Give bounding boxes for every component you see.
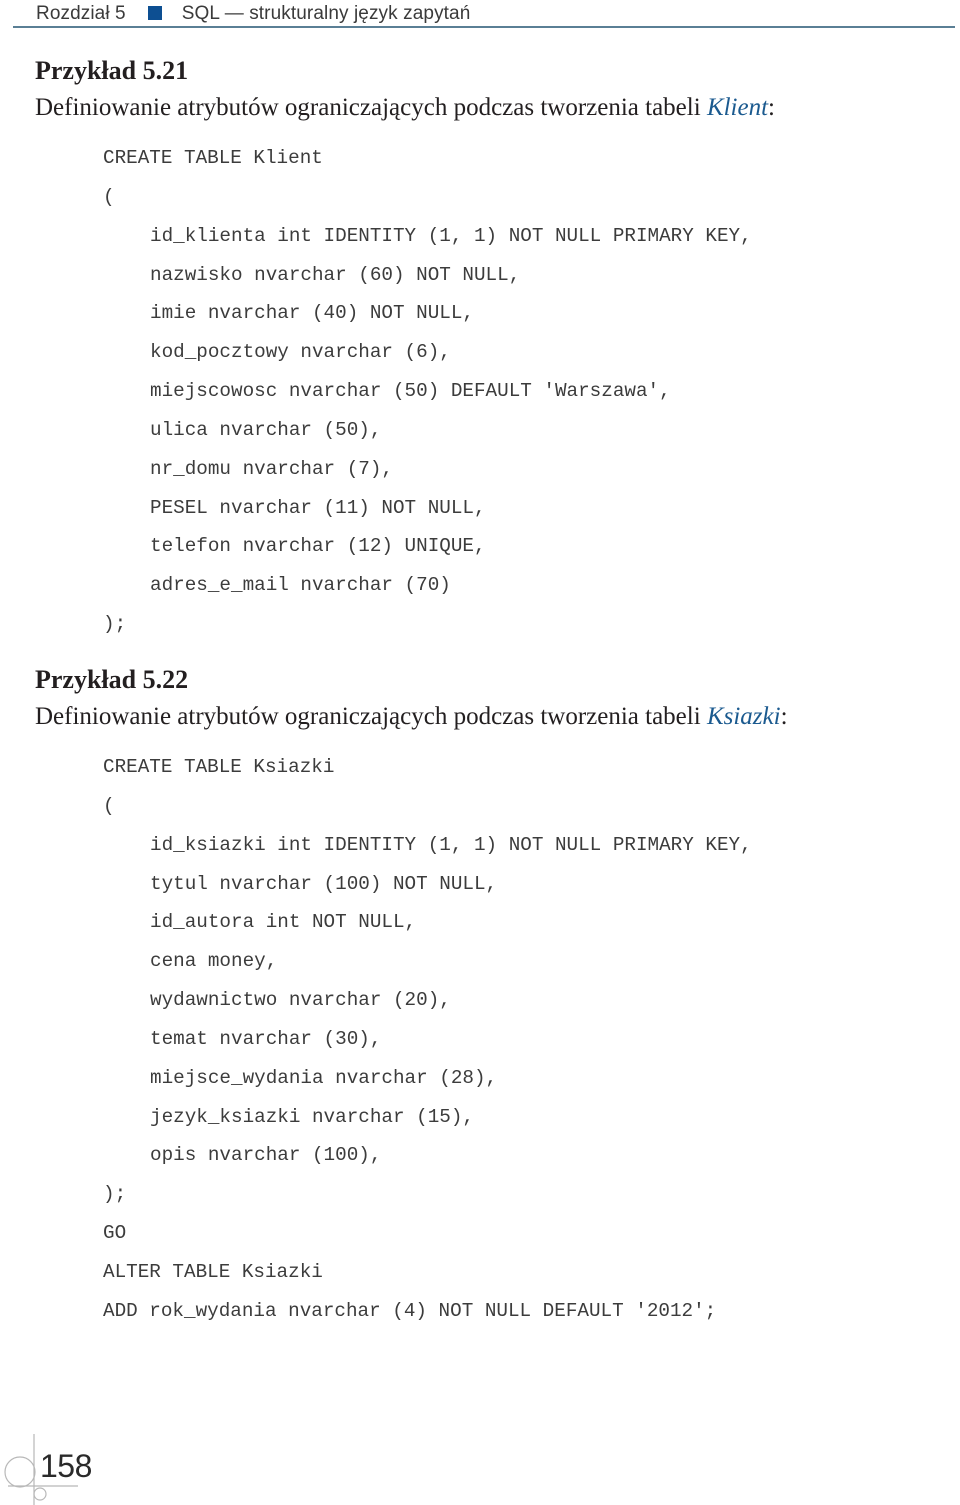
code-line: id_ksiazki int IDENTITY (1, 1) NOT NULL … [150, 833, 752, 856]
code-line: ); [103, 613, 127, 636]
code-line: opis nvarchar (100), [150, 1144, 382, 1167]
code-line: nr_domu nvarchar (7), [150, 457, 393, 480]
code-listing: CREATE TABLE Klient ( id_klienta int IDENT… [103, 139, 752, 644]
code-line: CREATE TABLE Klient [103, 147, 323, 169]
code-line: adres_e_mail nvarchar (70) [150, 574, 451, 597]
table-name: Ksiazki [706, 703, 781, 730]
code-line: cena money, [150, 950, 278, 973]
chapter-label: Rozdział 5 [36, 3, 126, 24]
code-line: id_autora int NOT NULL, [150, 911, 417, 934]
chapter-title: SQL — strukturalny język zapytań [181, 3, 471, 24]
code-line: wydawnictwo nvarchar (20), [150, 989, 451, 1012]
description-text: Definiowanie atrybutów ograniczających p… [35, 703, 707, 730]
code-listing: CREATE TABLE Ksiazki ( id_ksiazki int IDEN… [103, 748, 752, 1331]
running-head: Rozdział 5 SQL — strukturalny język zapyt… [36, 3, 470, 25]
example-title: Przykład 5.21 [35, 56, 189, 85]
description-suffix: : [768, 94, 775, 121]
code-line: miejscowosc nvarchar (50) DEFAULT 'Warsz… [150, 380, 671, 403]
header-rule [13, 26, 955, 28]
table-name: Klient [706, 94, 769, 121]
code-line: imie nvarchar (40) NOT NULL, [150, 302, 474, 325]
code-line: CREATE TABLE Ksiazki [103, 756, 335, 778]
example-description: Definiowanie atrybutów ograniczających p… [35, 94, 775, 122]
code-line: miejsce_wydania nvarchar (28), [150, 1066, 498, 1089]
code-line: tytul nvarchar (100) NOT NULL, [150, 872, 498, 895]
code-line: kod_pocztowy nvarchar (6), [150, 341, 451, 364]
code-line: ( [103, 185, 115, 208]
page-number: 158 [40, 1448, 92, 1484]
description-suffix: : [780, 703, 788, 730]
code-line: temat nvarchar (30), [150, 1027, 382, 1050]
example-title: Przykład 5.22 [35, 665, 189, 694]
code-line: ( [103, 794, 115, 817]
code-line: jezyk_ksiazki nvarchar (15), [150, 1105, 474, 1128]
code-line: id_klienta int IDENTITY (1, 1) NOT NULL … [150, 224, 752, 247]
code-line: ALTER TABLE Ksiazki [103, 1260, 323, 1283]
square-bullet-icon [147, 6, 162, 20]
example-description: Definiowanie atrybutów ograniczających p… [35, 703, 788, 731]
code-line: ulica nvarchar (50), [150, 418, 382, 441]
code-line: ADD rok_wydania nvarchar (4) NOT NULL DE… [103, 1299, 717, 1322]
code-line: GO [103, 1222, 127, 1245]
description-text: Definiowanie atrybutów ograniczających p… [35, 94, 707, 121]
code-line: nazwisko nvarchar (60) NOT NULL, [150, 263, 521, 286]
code-line: PESEL nvarchar (11) NOT NULL, [150, 496, 486, 519]
code-line: ); [103, 1183, 127, 1206]
code-line: telefon nvarchar (12) UNIQUE, [150, 535, 486, 558]
